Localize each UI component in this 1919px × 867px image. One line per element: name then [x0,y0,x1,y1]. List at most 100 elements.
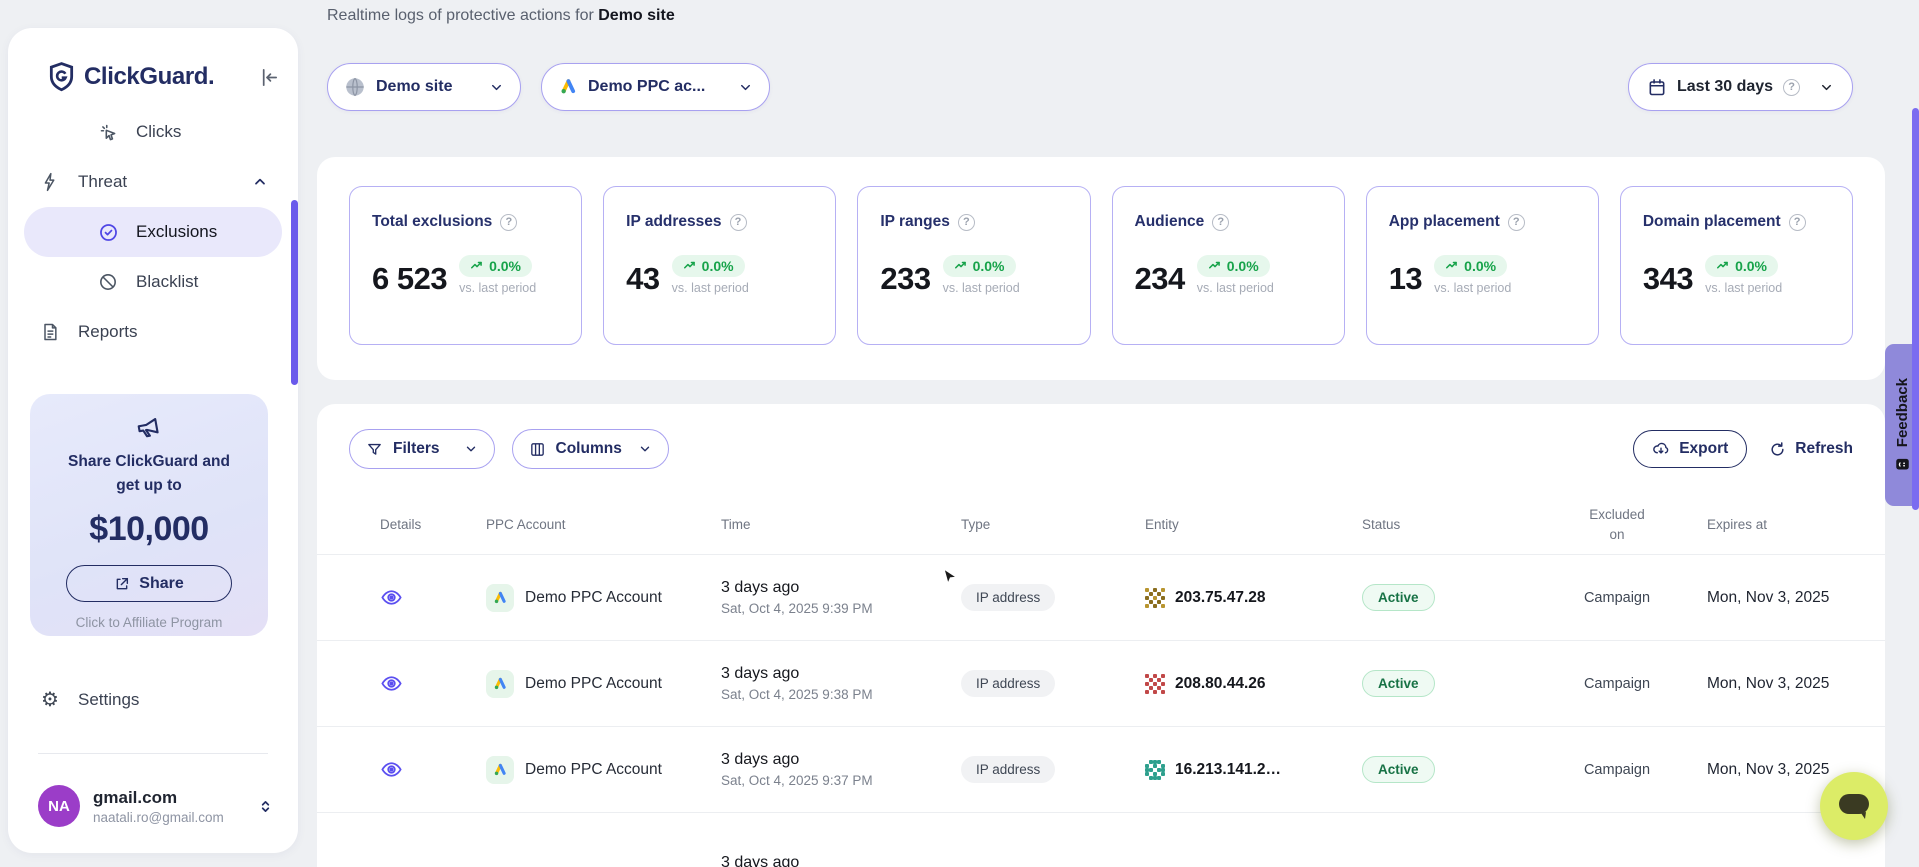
stat-card-ip-addresses: IP addresses 43 0.0% vs. last period [603,186,836,345]
stat-delta: 0.0% [489,258,521,274]
help-icon[interactable] [730,214,747,231]
chevron-up-down-icon [257,798,274,815]
refresh-button[interactable]: Refresh [1769,440,1853,458]
view-details-icon[interactable] [380,758,486,781]
stat-label: Audience [1135,213,1205,231]
table-row: Demo PPC Account 3 days ago Sat, Oct 4, … [317,641,1885,727]
help-icon[interactable] [958,214,975,231]
ppc-selector-value: Demo PPC ac... [588,78,705,96]
stat-label: Domain placement [1643,213,1781,231]
help-icon[interactable] [500,214,517,231]
header-details: Details [380,517,486,532]
site-selector[interactable]: Demo site [327,63,521,111]
sidebar-item-label: Clicks [136,122,181,142]
help-icon[interactable] [1212,214,1229,231]
chevron-down-icon [738,80,753,95]
stat-label: IP addresses [626,213,721,231]
page-subtitle: Realtime logs of protective actions for … [327,7,675,25]
account-name: Demo PPC Account [525,761,662,779]
chevron-down-icon [464,442,478,456]
sidebar-item-settings[interactable]: ⚙ Settings [24,675,282,725]
time-relative: 3 days ago [721,579,961,597]
affiliate-link[interactable]: Click to Affiliate Program [30,615,268,630]
sidebar-item-clicks[interactable]: Clicks [24,107,282,157]
calendar-icon [1647,77,1667,97]
entity-identicon [1145,760,1165,780]
stat-value: 13 [1389,261,1422,297]
table-row: 3 days ago [317,813,1885,867]
chat-launcher-button[interactable] [1820,772,1888,840]
filters-button[interactable]: Filters [349,429,495,469]
header-ppc-account: PPC Account [486,517,721,532]
type-badge: IP address [961,756,1055,783]
stat-label: IP ranges [880,213,950,231]
funnel-icon [366,441,383,458]
verified-badge-icon [96,222,120,243]
stat-label: Total exclusions [372,213,492,231]
sidebar-item-threat[interactable]: Threat [24,157,282,207]
share-button[interactable]: Share [66,565,232,602]
time-exact: Sat, Oct 4, 2025 9:38 PM [721,687,961,702]
sidebar-item-label: Reports [78,322,138,342]
sidebar: ClickGuard. Clicks Threat [8,28,298,853]
trend-up-icon [1445,259,1459,273]
sidebar-item-exclusions[interactable]: Exclusions [24,207,282,257]
stat-card-app-placement: App placement 13 0.0% vs. last period [1366,186,1599,345]
megaphone-icon [30,412,268,442]
excluded-on-value: Campaign [1552,590,1682,606]
avatar: NA [38,785,80,827]
trend-up-icon [1716,259,1730,273]
type-badge: IP address [961,670,1055,697]
stat-sub: vs. last period [943,281,1020,295]
header-status: Status [1362,517,1552,532]
entity-value: 203.75.47.28 [1175,589,1266,607]
share-label: Share [139,575,183,593]
date-range-selector[interactable]: Last 30 days [1628,63,1853,111]
sidebar-item-blacklist[interactable]: Blacklist [24,257,282,307]
columns-button[interactable]: Columns [512,429,669,469]
sidebar-collapse-icon[interactable] [257,66,280,89]
view-details-icon[interactable] [380,586,486,609]
columns-icon [529,441,546,458]
excluded-on-value: Campaign [1552,676,1682,692]
time-relative: 3 days ago [721,854,961,867]
stat-card-domain-placement: Domain placement 343 0.0% vs. last perio… [1620,186,1853,345]
exclusions-table-panel: Filters Columns Export Refresh Details P… [317,404,1885,867]
user-menu[interactable]: NA gmail.com naatali.ro@gmail.com [38,780,274,832]
refresh-icon [1769,441,1786,458]
site-selector-value: Demo site [376,78,452,96]
page-scrollbar[interactable] [1912,108,1919,510]
status-badge: Active [1362,756,1435,783]
stat-label: App placement [1389,213,1500,231]
google-ads-icon [486,756,514,784]
table-row: Demo PPC Account 3 days ago Sat, Oct 4, … [317,727,1885,813]
cloud-download-icon [1652,440,1670,458]
google-ads-icon [486,584,514,612]
stat-value: 234 [1135,261,1185,297]
table-row: Demo PPC Account 3 days ago Sat, Oct 4, … [317,555,1885,641]
help-icon[interactable] [1783,79,1800,96]
stat-value: 233 [880,261,930,297]
chevron-down-icon [1819,80,1834,95]
sidebar-nav: Clicks Threat Exclusions [24,107,282,357]
promo-line1: Share ClickGuard and [30,450,268,474]
help-icon[interactable] [1789,214,1806,231]
table-header-row: Details PPC Account Time Type Entity Sta… [317,495,1885,555]
sidebar-item-reports[interactable]: Reports [24,307,282,357]
trend-up-icon [1208,259,1222,273]
help-icon[interactable] [1508,214,1525,231]
filters-label: Filters [393,440,440,458]
chevron-up-icon[interactable] [252,174,268,190]
sidebar-item-label: Blacklist [136,272,198,292]
ppc-account-selector[interactable]: Demo PPC ac... [541,63,770,111]
header-type: Type [961,517,1145,532]
sidebar-scroll-indicator[interactable] [291,200,298,385]
google-ads-icon [558,77,578,97]
subtitle-site: Demo site [598,7,674,24]
export-label: Export [1679,440,1728,458]
stat-sub: vs. last period [1434,281,1511,295]
stat-sub: vs. last period [459,281,536,295]
stat-delta: 0.0% [1735,258,1767,274]
view-details-icon[interactable] [380,672,486,695]
export-button[interactable]: Export [1633,430,1747,468]
